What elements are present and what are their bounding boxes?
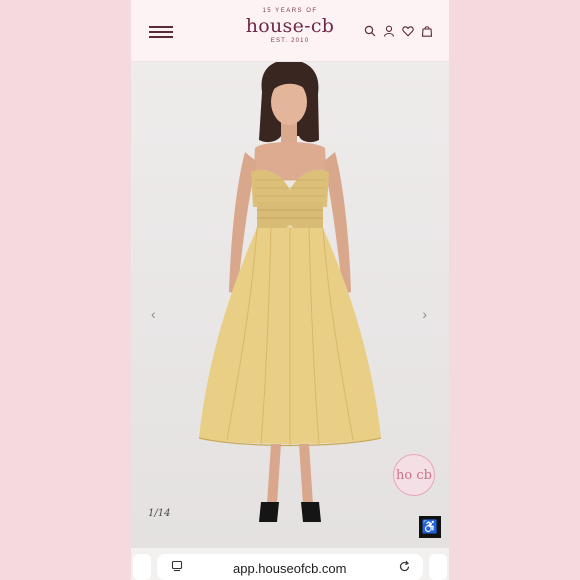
logo-wordmark: house-cb xyxy=(245,15,335,37)
reload-icon[interactable] xyxy=(398,560,411,573)
browser-back-button[interactable] xyxy=(133,554,151,580)
address-bar[interactable]: app.houseofcb.com xyxy=(157,554,423,580)
phone-screen: 15 YEARS OF house-cb EST. 2010 ‹ › ho cb… xyxy=(131,0,449,580)
logo-established-text: EST. 2010 xyxy=(270,38,310,44)
product-image-gallery[interactable]: ‹ › ho cb 1/14 ♿ xyxy=(131,62,449,548)
bag-icon[interactable] xyxy=(421,24,433,38)
site-header: 15 YEARS OF house-cb EST. 2010 xyxy=(131,0,449,62)
accessibility-icon[interactable]: ♿ xyxy=(419,516,441,538)
brand-badge: ho cb xyxy=(393,454,435,496)
browser-toolbar: app.houseofcb.com xyxy=(131,548,449,580)
image-counter: 1/14 xyxy=(148,508,171,519)
search-icon[interactable] xyxy=(364,24,376,38)
heart-icon[interactable] xyxy=(402,24,414,38)
site-logo[interactable]: 15 YEARS OF house-cb EST. 2010 xyxy=(231,8,349,44)
url-text: app.houseofcb.com xyxy=(233,561,347,576)
next-image-arrow[interactable]: › xyxy=(422,306,427,322)
header-actions xyxy=(364,24,433,38)
account-icon[interactable] xyxy=(383,24,395,38)
menu-icon[interactable] xyxy=(149,26,173,40)
tabs-icon[interactable] xyxy=(171,560,183,572)
previous-image-arrow[interactable]: ‹ xyxy=(151,306,156,322)
browser-menu-button[interactable] xyxy=(429,554,447,580)
